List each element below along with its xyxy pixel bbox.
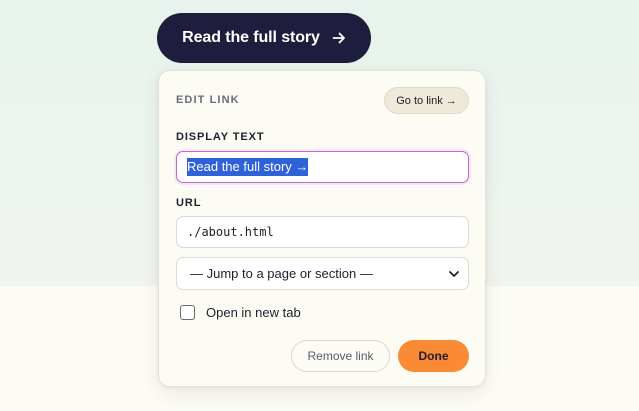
selected-text: Read the full story → — [187, 158, 309, 176]
jump-select-value: — Jump to a page or section — — [190, 266, 373, 281]
open-new-tab-label[interactable]: Open in new tab — [206, 305, 301, 321]
read-full-story-link[interactable]: Read the full story — [157, 13, 371, 63]
done-button[interactable]: Done — [398, 340, 469, 372]
remove-link-button[interactable]: Remove link — [291, 340, 390, 372]
display-text-input[interactable]: Read the full story → — [176, 151, 469, 183]
jump-to-section-select[interactable]: — Jump to a page or section — — [176, 257, 469, 290]
display-text-label: DISPLAY TEXT — [176, 131, 265, 143]
url-input[interactable]: ./about.html — [176, 216, 469, 248]
open-new-tab-checkbox[interactable] — [180, 305, 195, 320]
url-label: URL — [176, 197, 202, 209]
cta-label: Read the full story — [182, 29, 320, 46]
edit-link-popover: EDIT LINK Go to link → DISPLAY TEXT Read… — [158, 70, 486, 387]
go-to-link-button[interactable]: Go to link → — [384, 87, 469, 114]
arrow-right-icon — [332, 32, 345, 44]
panel-title: EDIT LINK — [176, 94, 240, 106]
chevron-down-icon — [449, 270, 459, 277]
